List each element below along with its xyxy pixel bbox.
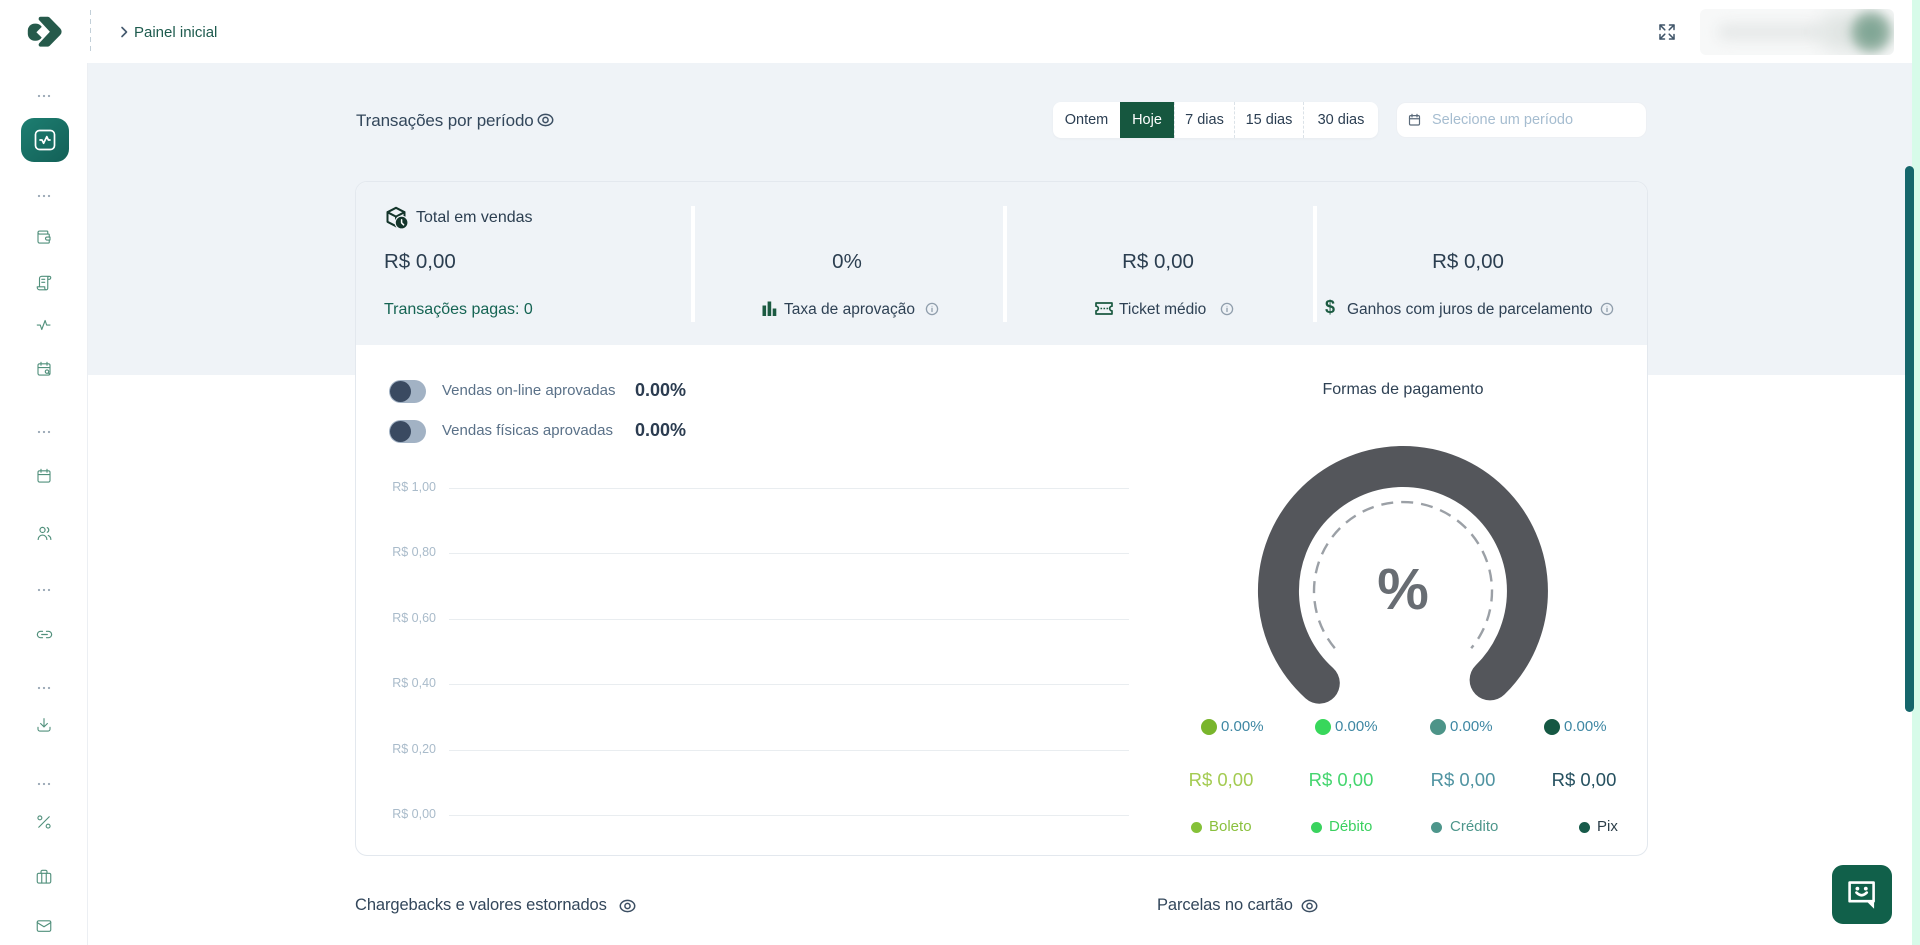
svg-text:%: % — [1377, 557, 1429, 622]
